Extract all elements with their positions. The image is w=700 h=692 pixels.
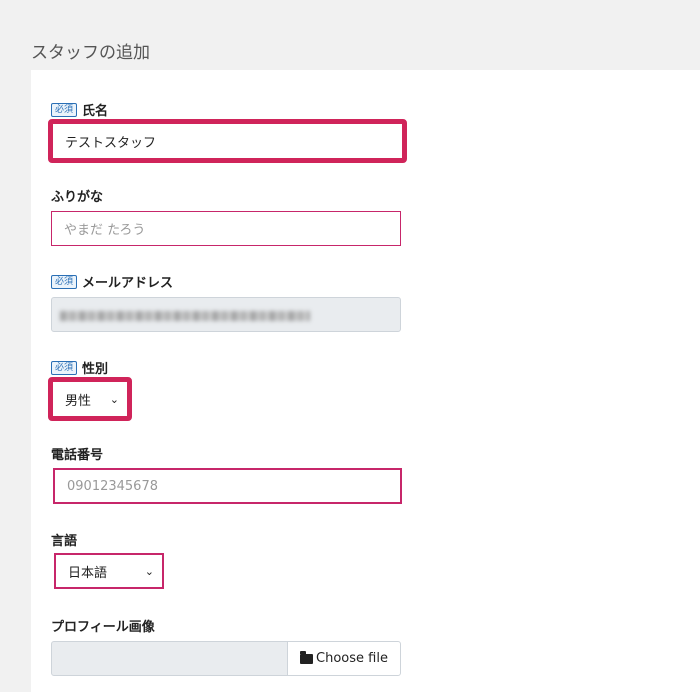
required-badge: 必須 [51,102,78,117]
required-badge: 必須 [51,360,78,375]
chevron-down-icon: ⌄ [144,564,154,578]
gender-select[interactable]: 男性 ⌄ [48,377,132,421]
profile-image-label-text: プロフィール画像 [51,620,155,635]
page-title: スタッフの追加 [31,43,150,63]
gender-label: 必須 性別 [51,358,108,377]
language-select[interactable]: 日本語 ⌄ [54,553,164,589]
choose-file-button[interactable]: Choose file [287,641,401,676]
file-name-display [51,641,288,676]
phone-label-text: 電話番号 [51,448,104,463]
chevron-down-icon: ⌄ [109,392,119,406]
name-label: 必須 氏名 [51,100,108,119]
choose-file-label: Choose file [316,651,388,666]
folder-open-icon [300,650,314,664]
profile-image-label: プロフィール画像 [51,616,155,635]
language-label-text: 言語 [51,534,78,549]
phone-placeholder: 09012345678 [67,478,158,494]
name-input[interactable]: テストスタッフ [48,119,407,163]
phone-label: 電話番号 [51,444,103,463]
email-label-text: メールアドレス [82,276,174,291]
name-value: テストスタッフ [65,135,157,151]
language-label: 言語 [51,530,77,549]
email-label: 必須 メールアドレス [51,272,173,291]
furigana-input[interactable]: やまだ たろう [51,211,401,246]
gender-label-text: 性別 [82,362,109,377]
furigana-label-text: ふりがな [51,190,104,205]
furigana-label: ふりがな [51,186,103,205]
phone-input[interactable]: 09012345678 [53,468,402,504]
furigana-placeholder: やまだ たろう [64,223,146,238]
gender-value: 男性 [65,393,92,409]
name-label-text: 氏名 [82,104,109,119]
language-value: 日本語 [68,565,108,581]
required-badge: 必須 [51,274,78,289]
blurred-email-value [60,311,310,321]
